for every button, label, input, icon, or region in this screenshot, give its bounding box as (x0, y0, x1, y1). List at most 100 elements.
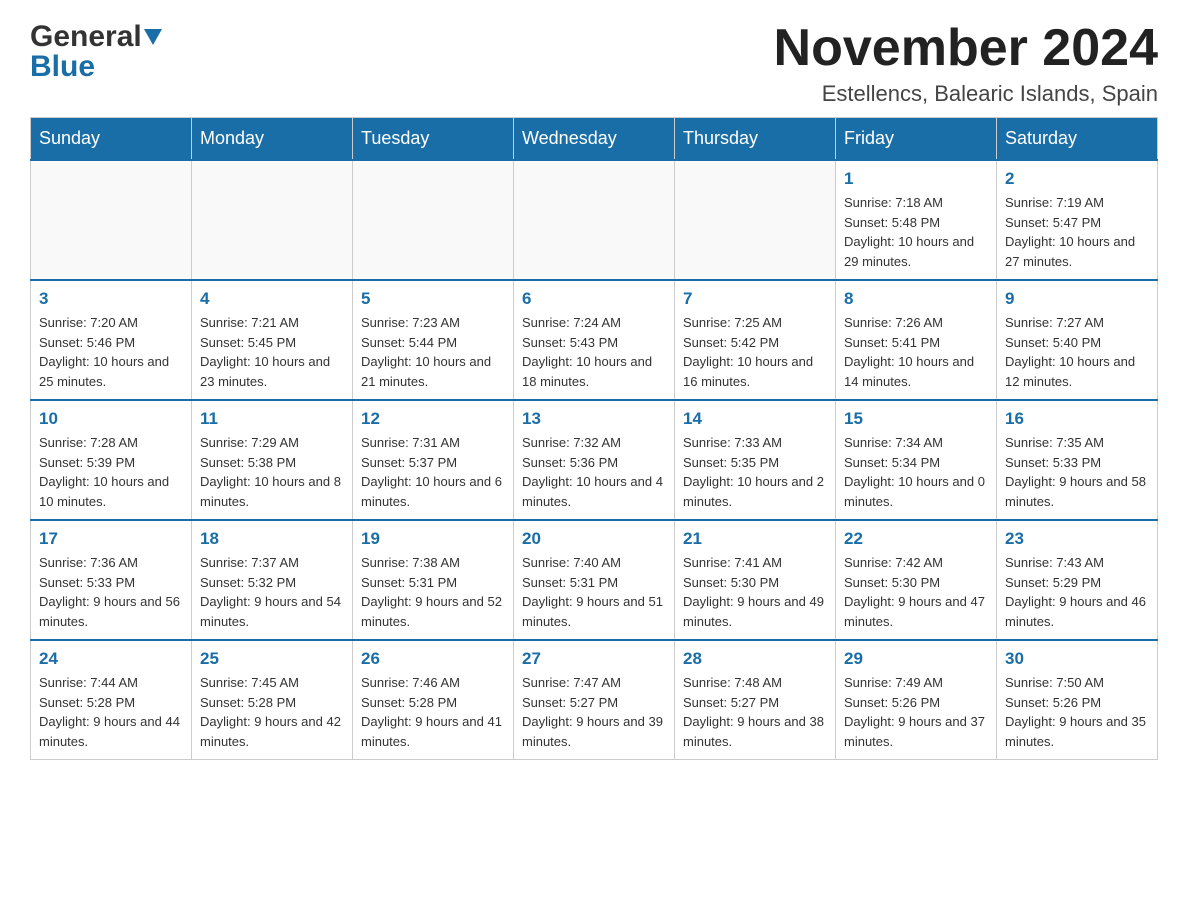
col-header-saturday: Saturday (997, 118, 1158, 161)
day-number: 28 (683, 649, 827, 669)
day-number: 7 (683, 289, 827, 309)
day-info: Sunrise: 7:29 AMSunset: 5:38 PMDaylight:… (200, 433, 344, 511)
day-info: Sunrise: 7:42 AMSunset: 5:30 PMDaylight:… (844, 553, 988, 631)
day-info: Sunrise: 7:47 AMSunset: 5:27 PMDaylight:… (522, 673, 666, 751)
calendar-cell-3-5: 14Sunrise: 7:33 AMSunset: 5:35 PMDayligh… (675, 400, 836, 520)
title-area: November 2024 Estellencs, Balearic Islan… (774, 20, 1158, 107)
day-info: Sunrise: 7:37 AMSunset: 5:32 PMDaylight:… (200, 553, 344, 631)
calendar-cell-2-7: 9Sunrise: 7:27 AMSunset: 5:40 PMDaylight… (997, 280, 1158, 400)
day-number: 22 (844, 529, 988, 549)
calendar-cell-2-4: 6 Sunrise: 7:24 AMSunset: 5:43 PMDaylight… (514, 280, 675, 400)
day-info: Sunrise: 7:27 AMSunset: 5:40 PMDaylight:… (1005, 313, 1149, 391)
calendar-cell-5-4: 27 Sunrise: 7:47 AMSunset: 5:27 PMDayligh… (514, 640, 675, 760)
day-info: Sunrise: 7:32 AMSunset: 5:36 PMDaylight:… (522, 433, 666, 511)
day-number: 29 (844, 649, 988, 669)
day-info: Sunrise: 7:31 AMSunset: 5:37 PMDaylight:… (361, 433, 505, 511)
calendar-cell-3-7: 16Sunrise: 7:35 AMSunset: 5:33 PMDayligh… (997, 400, 1158, 520)
col-header-sunday: Sunday (31, 118, 192, 161)
day-number: 6 (522, 289, 666, 309)
day-number: 3 (39, 289, 183, 309)
day-info: Sunrise: 7:49 AMSunset: 5:26 PMDaylight:… (844, 673, 988, 751)
day-info: Sunrise: 7:33 AMSunset: 5:35 PMDaylight:… (683, 433, 827, 511)
calendar-cell-1-5 (675, 160, 836, 280)
logo-general-text: General (30, 20, 142, 54)
calendar-cell-3-6: 15 Sunrise: 7:34 AMSunset: 5:34 PMDayligh… (836, 400, 997, 520)
day-info: Sunrise: 7:24 AMSunset: 5:43 PMDaylight:… (522, 313, 666, 391)
week-row-1: 1 Sunrise: 7:18 AMSunset: 5:48 PMDaylight… (31, 160, 1158, 280)
page-header: General Blue November 2024 Estellencs, B… (30, 20, 1158, 107)
day-info: Sunrise: 7:40 AMSunset: 5:31 PMDaylight:… (522, 553, 666, 631)
day-info: Sunrise: 7:18 AMSunset: 5:48 PMDaylight:… (844, 193, 988, 271)
week-row-3: 10 Sunrise: 7:28 AMSunset: 5:39 PMDayligh… (31, 400, 1158, 520)
calendar-cell-2-2: 4 Sunrise: 7:21 AMSunset: 5:45 PMDaylight… (192, 280, 353, 400)
calendar-cell-5-5: 28 Sunrise: 7:48 AMSunset: 5:27 PMDayligh… (675, 640, 836, 760)
calendar-table: SundayMondayTuesdayWednesdayThursdayFrid… (30, 117, 1158, 760)
calendar-cell-1-6: 1 Sunrise: 7:18 AMSunset: 5:48 PMDaylight… (836, 160, 997, 280)
week-row-5: 24Sunrise: 7:44 AMSunset: 5:28 PMDayligh… (31, 640, 1158, 760)
col-header-tuesday: Tuesday (353, 118, 514, 161)
day-info: Sunrise: 7:36 AMSunset: 5:33 PMDaylight:… (39, 553, 183, 631)
logo: General Blue (30, 20, 162, 84)
day-info: Sunrise: 7:34 AMSunset: 5:34 PMDaylight:… (844, 433, 988, 511)
calendar-cell-2-6: 8Sunrise: 7:26 AMSunset: 5:41 PMDaylight… (836, 280, 997, 400)
calendar-cell-5-3: 26 Sunrise: 7:46 AMSunset: 5:28 PMDayligh… (353, 640, 514, 760)
day-number: 19 (361, 529, 505, 549)
day-info: Sunrise: 7:45 AMSunset: 5:28 PMDaylight:… (200, 673, 344, 751)
calendar-cell-1-2 (192, 160, 353, 280)
col-header-monday: Monday (192, 118, 353, 161)
calendar-cell-5-7: 30Sunrise: 7:50 AMSunset: 5:26 PMDayligh… (997, 640, 1158, 760)
day-number: 20 (522, 529, 666, 549)
day-number: 1 (844, 169, 988, 189)
calendar-cell-1-4 (514, 160, 675, 280)
calendar-cell-5-2: 25 Sunrise: 7:45 AMSunset: 5:28 PMDayligh… (192, 640, 353, 760)
calendar-cell-4-7: 23Sunrise: 7:43 AMSunset: 5:29 PMDayligh… (997, 520, 1158, 640)
day-number: 27 (522, 649, 666, 669)
day-number: 16 (1005, 409, 1149, 429)
calendar-cell-1-3 (353, 160, 514, 280)
calendar-cell-2-5: 7 Sunrise: 7:25 AMSunset: 5:42 PMDaylight… (675, 280, 836, 400)
calendar-cell-2-1: 3 Sunrise: 7:20 AMSunset: 5:46 PMDaylight… (31, 280, 192, 400)
day-info: Sunrise: 7:46 AMSunset: 5:28 PMDaylight:… (361, 673, 505, 751)
calendar-cell-5-1: 24Sunrise: 7:44 AMSunset: 5:28 PMDayligh… (31, 640, 192, 760)
calendar-cell-2-3: 5Sunrise: 7:23 AMSunset: 5:44 PMDaylight… (353, 280, 514, 400)
day-number: 10 (39, 409, 183, 429)
day-number: 17 (39, 529, 183, 549)
calendar-cell-1-7: 2 Sunrise: 7:19 AMSunset: 5:47 PMDaylight… (997, 160, 1158, 280)
day-number: 4 (200, 289, 344, 309)
calendar-cell-3-3: 12 Sunrise: 7:31 AMSunset: 5:37 PMDayligh… (353, 400, 514, 520)
day-number: 11 (200, 409, 344, 429)
logo-blue-text: Blue (30, 50, 95, 84)
day-info: Sunrise: 7:48 AMSunset: 5:27 PMDaylight:… (683, 673, 827, 751)
month-title: November 2024 (774, 20, 1158, 77)
day-number: 15 (844, 409, 988, 429)
day-number: 18 (200, 529, 344, 549)
calendar-cell-4-6: 22 Sunrise: 7:42 AMSunset: 5:30 PMDayligh… (836, 520, 997, 640)
day-info: Sunrise: 7:21 AMSunset: 5:45 PMDaylight:… (200, 313, 344, 391)
calendar-cell-3-4: 13 Sunrise: 7:32 AMSunset: 5:36 PMDayligh… (514, 400, 675, 520)
day-number: 21 (683, 529, 827, 549)
day-info: Sunrise: 7:19 AMSunset: 5:47 PMDaylight:… (1005, 193, 1149, 271)
day-info: Sunrise: 7:41 AMSunset: 5:30 PMDaylight:… (683, 553, 827, 631)
calendar-cell-1-1 (31, 160, 192, 280)
day-info: Sunrise: 7:20 AMSunset: 5:46 PMDaylight:… (39, 313, 183, 391)
week-row-2: 3 Sunrise: 7:20 AMSunset: 5:46 PMDaylight… (31, 280, 1158, 400)
calendar-cell-3-1: 10 Sunrise: 7:28 AMSunset: 5:39 PMDayligh… (31, 400, 192, 520)
day-info: Sunrise: 7:50 AMSunset: 5:26 PMDaylight:… (1005, 673, 1149, 751)
day-number: 12 (361, 409, 505, 429)
day-number: 25 (200, 649, 344, 669)
location-title: Estellencs, Balearic Islands, Spain (774, 81, 1158, 107)
col-header-friday: Friday (836, 118, 997, 161)
calendar-cell-4-3: 19Sunrise: 7:38 AMSunset: 5:31 PMDayligh… (353, 520, 514, 640)
calendar-cell-4-4: 20 Sunrise: 7:40 AMSunset: 5:31 PMDayligh… (514, 520, 675, 640)
day-number: 8 (844, 289, 988, 309)
day-info: Sunrise: 7:25 AMSunset: 5:42 PMDaylight:… (683, 313, 827, 391)
day-number: 13 (522, 409, 666, 429)
calendar-cell-4-1: 17 Sunrise: 7:36 AMSunset: 5:33 PMDayligh… (31, 520, 192, 640)
calendar-header-row: SundayMondayTuesdayWednesdayThursdayFrid… (31, 118, 1158, 161)
day-number: 2 (1005, 169, 1149, 189)
day-info: Sunrise: 7:28 AMSunset: 5:39 PMDaylight:… (39, 433, 183, 511)
day-number: 26 (361, 649, 505, 669)
day-number: 24 (39, 649, 183, 669)
calendar-cell-4-5: 21 Sunrise: 7:41 AMSunset: 5:30 PMDayligh… (675, 520, 836, 640)
col-header-thursday: Thursday (675, 118, 836, 161)
